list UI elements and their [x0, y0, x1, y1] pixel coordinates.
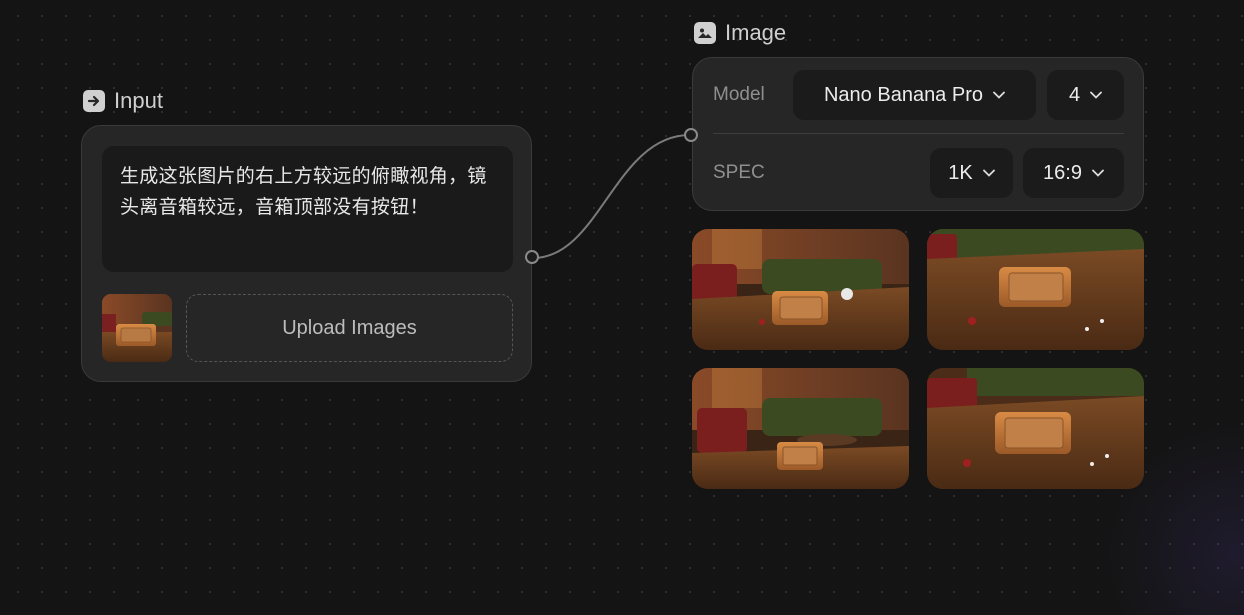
image-node-card: Model Nano Banana Pro 4 SPEC 1K 16:9	[692, 57, 1144, 211]
arrow-right-box-icon	[83, 90, 105, 112]
count-value: 4	[1068, 83, 1081, 106]
prompt-textarea[interactable]: 生成这张图片的右上方较远的俯瞰视角，镜头离音箱较远，音箱顶部没有按钮！	[102, 146, 513, 272]
input-title-label: Input	[114, 88, 163, 113]
result-image-1[interactable]	[692, 229, 909, 350]
image-node-title: Image	[694, 20, 786, 46]
chevron-down-icon	[993, 91, 1005, 99]
aspect-ratio-value: 16:9	[1043, 161, 1082, 184]
reference-thumbnail[interactable]	[102, 294, 172, 362]
chevron-down-icon	[1090, 91, 1102, 99]
result-image-3[interactable]	[692, 368, 909, 489]
model-label: Model	[713, 84, 765, 105]
image-input-port[interactable]	[684, 128, 698, 142]
result-image-4[interactable]	[927, 368, 1144, 489]
input-node-card[interactable]: 生成这张图片的右上方较远的俯瞰视角，镜头离音箱较远，音箱顶部没有按钮！ Uplo…	[81, 125, 532, 382]
image-icon	[694, 22, 716, 44]
aspect-ratio-select[interactable]: 16:9	[1023, 148, 1124, 198]
chevron-down-icon	[982, 169, 995, 177]
image-title-label: Image	[725, 20, 787, 45]
input-node-title: Input	[83, 88, 163, 114]
settings-divider	[713, 133, 1124, 134]
count-select[interactable]: 4	[1047, 70, 1124, 120]
resolution-value: 1K	[948, 161, 973, 184]
model-value: Nano Banana Pro	[823, 83, 983, 106]
chevron-down-icon	[1092, 169, 1104, 177]
result-image-2[interactable]	[927, 229, 1144, 350]
resolution-select[interactable]: 1K	[930, 148, 1013, 198]
upload-images-button[interactable]: Upload Images	[186, 294, 513, 362]
model-select[interactable]: Nano Banana Pro	[793, 70, 1036, 120]
input-output-port[interactable]	[525, 250, 539, 264]
spec-label: SPEC	[713, 162, 765, 183]
